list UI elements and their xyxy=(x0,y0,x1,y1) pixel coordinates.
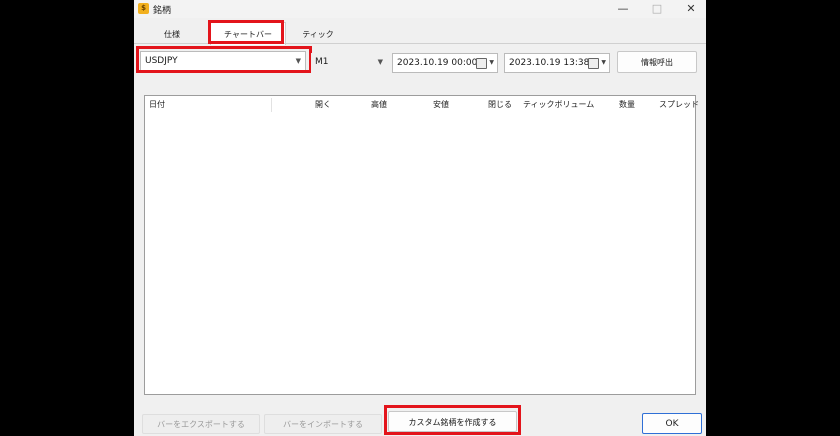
export-bars-button[interactable]: バーをエクスポートする xyxy=(142,414,260,434)
date-from-value: 2023.10.19 00:00 xyxy=(397,58,478,68)
highlight-create-custom-symbol xyxy=(384,405,521,435)
title-bar: $ 銘柄 — □ ✕ xyxy=(134,0,706,18)
highlight-tab-chart-bars xyxy=(208,20,284,44)
symbols-dialog: $ 銘柄 — □ ✕ 仕様 チャートバー ティック USDJPY ▼ M1 ▼ … xyxy=(134,0,706,436)
request-info-button[interactable]: 情報呼出 xyxy=(617,51,697,73)
calendar-icon[interactable] xyxy=(588,58,599,69)
chevron-down-icon: ▼ xyxy=(601,59,606,66)
bars-table[interactable]: 日付 開く 高値 安値 閉じる ティックボリューム 数量 スプレッド xyxy=(144,95,699,395)
highlight-symbol-select xyxy=(136,46,312,73)
calendar-icon[interactable] xyxy=(476,58,487,69)
tab-specification[interactable]: 仕様 xyxy=(150,24,194,44)
app-icon: $ xyxy=(138,3,149,14)
date-from-picker[interactable]: 2023.10.19 00:00 ▼ xyxy=(392,53,498,73)
import-bars-button[interactable]: バーをインポートする xyxy=(264,414,382,434)
column-header-high[interactable]: 高値 xyxy=(371,99,387,110)
column-header-close[interactable]: 閉じる xyxy=(488,99,512,110)
column-header-volume[interactable]: 数量 xyxy=(619,99,635,110)
column-header-date[interactable]: 日付 xyxy=(149,99,165,110)
column-header-spread[interactable]: スプレッド xyxy=(659,99,699,110)
column-divider xyxy=(271,98,272,112)
chevron-down-icon: ▼ xyxy=(377,58,383,66)
column-header-low[interactable]: 安値 xyxy=(433,99,449,110)
maximize-button[interactable]: □ xyxy=(640,0,674,18)
close-button[interactable]: ✕ xyxy=(674,0,706,18)
column-header-tick-volume[interactable]: ティックボリューム xyxy=(523,99,594,110)
minimize-button[interactable]: — xyxy=(606,0,640,18)
ok-button[interactable]: OK xyxy=(642,413,702,434)
column-header-open[interactable]: 開く xyxy=(315,99,331,110)
date-to-value: 2023.10.19 13:38 xyxy=(509,58,590,68)
chevron-down-icon: ▼ xyxy=(489,59,494,66)
timeframe-value: M1 xyxy=(315,57,329,67)
date-to-picker[interactable]: 2023.10.19 13:38 ▼ xyxy=(504,53,610,73)
tab-ticks[interactable]: ティック xyxy=(292,24,344,44)
timeframe-select[interactable]: M1 ▼ xyxy=(311,53,387,73)
window-title: 銘柄 xyxy=(153,6,172,16)
